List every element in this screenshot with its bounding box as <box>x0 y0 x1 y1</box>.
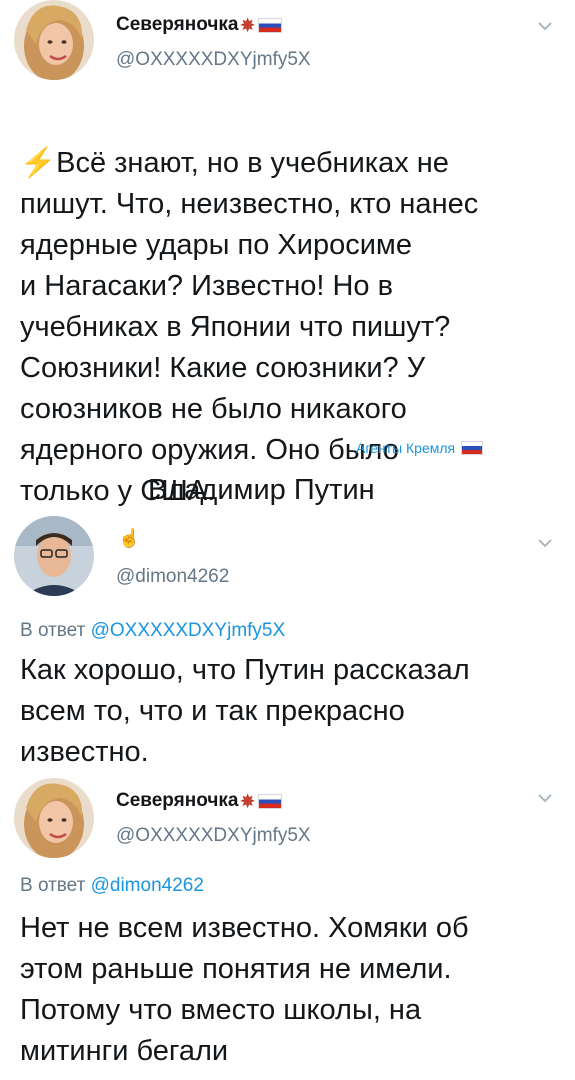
avatar[interactable] <box>14 0 94 80</box>
display-name-text[interactable]: Северяночка <box>116 790 238 812</box>
reply-to-link[interactable]: @OXXXXXDXYjmfy5X <box>91 620 286 641</box>
russian-flag-icon <box>257 793 282 809</box>
chevron-down-icon[interactable] <box>535 788 555 808</box>
russian-flag-icon <box>461 441 484 455</box>
russian-flag-icon <box>257 17 282 33</box>
reply-to-link[interactable]: @dimon4262 <box>91 875 204 896</box>
avatar[interactable] <box>14 778 94 858</box>
display-name-text[interactable]: Северяночка <box>116 14 238 36</box>
reply-prefix: В ответ <box>20 875 86 896</box>
display-name[interactable]: Северяночка ✵ <box>116 14 282 36</box>
reply-prefix: В ответ <box>20 620 86 641</box>
chevron-down-icon[interactable] <box>535 16 555 36</box>
agents-label[interactable]: Агенты Кремля <box>356 440 455 456</box>
tweet-text-first-line: Всё знают, но в учебниках не <box>56 147 449 179</box>
reply-to-line: В ответ @dimon4262 <box>20 875 204 897</box>
hand-icon: ☝ <box>118 528 141 548</box>
user-handle[interactable]: @OXXXXXDXYjmfy5X <box>116 49 311 71</box>
user-handle[interactable]: @OXXXXXDXYjmfy5X <box>116 825 311 847</box>
tweet-text-body: пишут. Что, неизвестно, кто нанес ядерны… <box>20 188 479 507</box>
sparkle-icon: ✵ <box>240 791 255 811</box>
display-name[interactable]: Северяночка ✵ <box>116 790 282 812</box>
lightning-icon: ⚡ <box>20 147 57 179</box>
signature: Владимир Путин <box>148 474 375 506</box>
sparkle-icon: ✵ <box>240 15 255 35</box>
agents-link[interactable]: Агенты Кремля <box>356 440 484 456</box>
tweet-text: Как хорошо, что Путин рассказал всем то,… <box>20 654 470 768</box>
user-handle[interactable]: @dimon4262 <box>116 566 229 588</box>
avatar[interactable] <box>14 516 94 596</box>
tweet-text: Нет не всем известно. Хомяки об этом ран… <box>20 912 469 1067</box>
reply-to-line: В ответ @OXXXXXDXYjmfy5X <box>20 620 285 642</box>
chevron-down-icon[interactable] <box>535 533 555 553</box>
